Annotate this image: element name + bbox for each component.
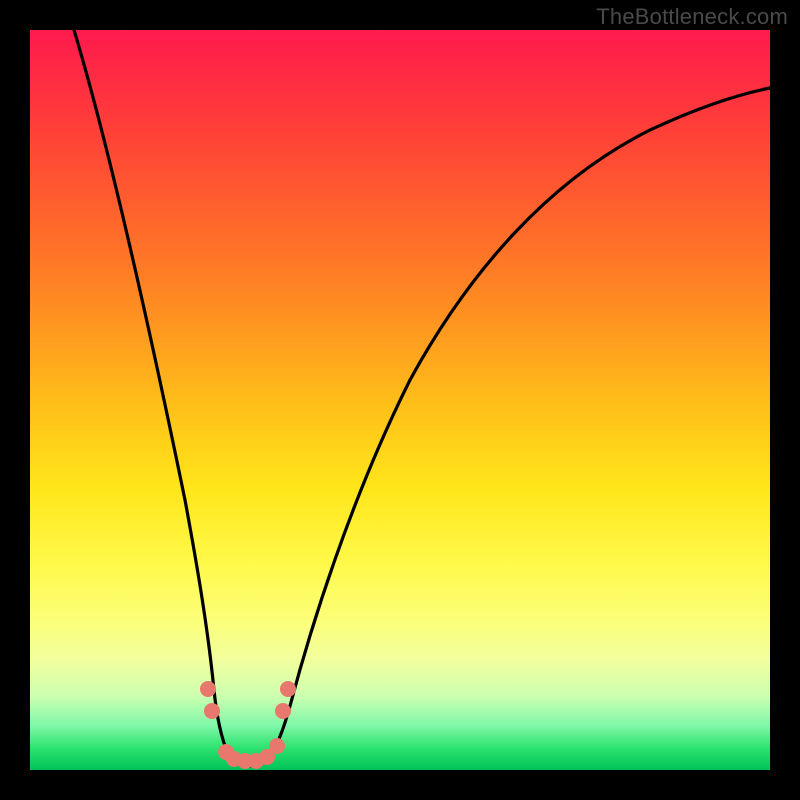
marker-dot xyxy=(275,703,291,719)
curve-layer xyxy=(30,30,770,770)
watermark-text: TheBottleneck.com xyxy=(596,4,788,30)
bottleneck-curve xyxy=(74,30,770,766)
marker-dot xyxy=(200,681,216,697)
marker-dot xyxy=(269,738,285,754)
chart-frame: TheBottleneck.com xyxy=(0,0,800,800)
marker-dot xyxy=(280,681,296,697)
plot-area xyxy=(30,30,770,770)
marker-dot xyxy=(204,703,220,719)
